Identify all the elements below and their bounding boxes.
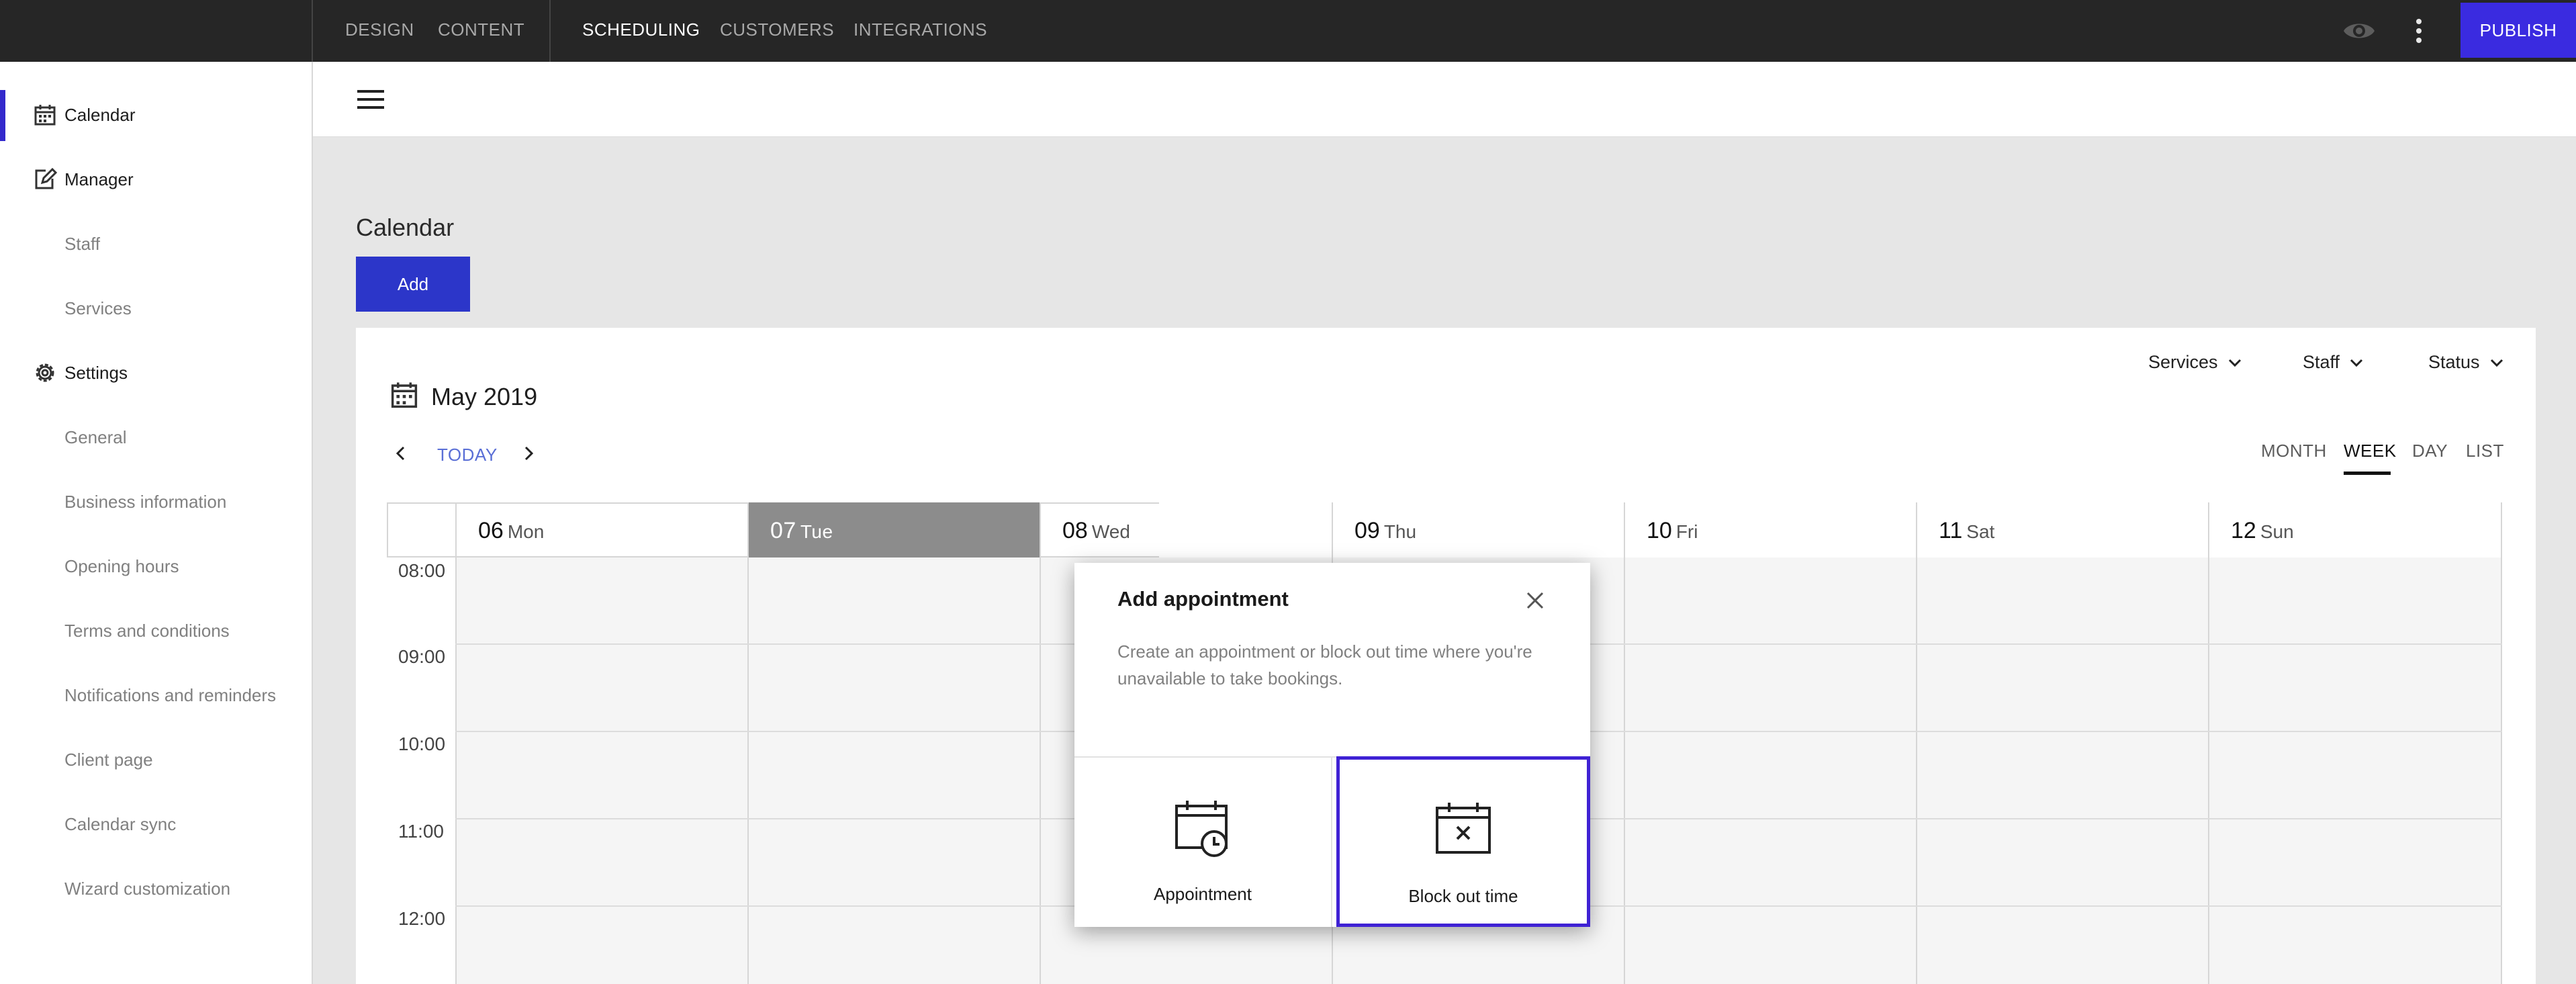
nav-scheduling[interactable]: SCHEDULING xyxy=(582,0,700,62)
option-label: Appointment xyxy=(1154,884,1252,904)
sidebar-item-label: Calendar xyxy=(64,104,136,125)
day-header-wed[interactable]: 08 Wed xyxy=(1040,502,1332,557)
calendar-x-icon xyxy=(1436,803,1491,854)
filter-label: Staff xyxy=(2303,352,2340,372)
sidebar-item-calendar-sync[interactable]: Calendar sync xyxy=(64,814,176,835)
day-header-thu[interactable]: 09 Thu xyxy=(1332,502,1624,557)
status-filter[interactable]: Status xyxy=(2428,352,2505,373)
chevron-down-icon xyxy=(2228,359,2241,367)
staff-filter[interactable]: Staff xyxy=(2303,352,2365,373)
sidebar-item-wizard-customization[interactable]: Wizard customization xyxy=(64,879,230,899)
sidebar-item-calendar[interactable]: Calendar xyxy=(32,102,136,128)
sidebar-item-business-information[interactable]: Business information xyxy=(64,492,226,512)
page-title: Calendar xyxy=(356,214,455,241)
more-vert-icon[interactable] xyxy=(2415,17,2423,44)
time-label: 11:00 xyxy=(398,821,444,842)
publish-button[interactable]: PUBLISH xyxy=(2460,3,2576,58)
day-header-sat[interactable]: 11 Sat xyxy=(1916,502,2209,557)
edit-icon xyxy=(35,167,58,189)
day-name: Fri xyxy=(1675,521,1698,542)
nav-integrations[interactable]: INTEGRATIONS xyxy=(854,0,987,62)
add-button[interactable]: Add xyxy=(356,257,470,312)
day-header-fri[interactable]: 10 Fri xyxy=(1624,502,1917,557)
chevron-left-icon[interactable] xyxy=(392,445,410,462)
filter-label: Services xyxy=(2148,352,2218,372)
day-number: 11 xyxy=(1939,518,1963,543)
gear-icon xyxy=(36,363,54,382)
filter-label: Status xyxy=(2428,352,2480,372)
day-name: Sat xyxy=(1966,521,1995,542)
sidebar xyxy=(0,62,313,984)
time-label: 08:00 xyxy=(398,560,446,581)
month-label: May 2019 xyxy=(431,383,538,410)
calendar-clock-icon xyxy=(1175,801,1228,857)
sidebar-item-label: Settings xyxy=(64,362,128,383)
sidebar-item-settings[interactable]: Settings xyxy=(32,360,128,386)
menu-icon[interactable] xyxy=(357,89,384,110)
time-label: 09:00 xyxy=(398,646,446,667)
calendar-icon xyxy=(34,105,56,126)
sidebar-item-general[interactable]: General xyxy=(64,427,127,448)
nav-customers[interactable]: CUSTOMERS xyxy=(720,0,834,62)
view-list[interactable]: LIST xyxy=(2466,441,2504,461)
modal-description: Create an appointment or block out time … xyxy=(1117,641,1532,688)
day-name: Wed xyxy=(1091,521,1130,542)
day-name: Mon xyxy=(507,521,545,542)
view-day[interactable]: DAY xyxy=(2412,441,2448,461)
sidebar-item-notifications[interactable]: Notifications and reminders xyxy=(64,685,276,706)
sidebar-item-staff[interactable]: Staff xyxy=(64,234,100,255)
chevron-down-icon xyxy=(2490,359,2503,367)
modal-title: Add appointment xyxy=(1117,587,1289,611)
day-name: Thu xyxy=(1383,521,1417,542)
chevron-right-icon[interactable] xyxy=(520,445,537,462)
day-number: 06 xyxy=(478,518,504,543)
view-month[interactable]: MONTH xyxy=(2261,441,2327,461)
chevron-down-icon xyxy=(2350,359,2363,367)
services-filter[interactable]: Services xyxy=(2148,352,2244,373)
day-number: 09 xyxy=(1354,518,1380,543)
active-view-indicator xyxy=(2344,472,2391,475)
top-bar: DESIGN CONTENT SCHEDULING CUSTOMERS INTE… xyxy=(0,0,2576,62)
block-out-time-option[interactable]: Block out time xyxy=(1336,756,1590,927)
close-icon[interactable] xyxy=(1526,591,1545,610)
top-bar-divider xyxy=(312,0,313,62)
appointment-option[interactable]: Appointment xyxy=(1074,758,1332,927)
content-header xyxy=(313,62,2576,137)
sidebar-active-indicator xyxy=(0,90,5,141)
day-number: 08 xyxy=(1062,518,1088,543)
option-label: Block out time xyxy=(1408,886,1518,906)
day-header-tue[interactable]: 07 Tue xyxy=(747,502,1040,557)
sidebar-item-manager[interactable]: Manager xyxy=(32,167,134,192)
day-number: 12 xyxy=(2231,518,2256,543)
time-label: 12:00 xyxy=(398,908,446,929)
today-button[interactable]: TODAY xyxy=(437,445,498,465)
day-name: Sun xyxy=(2260,521,2294,542)
nav-content[interactable]: CONTENT xyxy=(438,0,524,62)
sidebar-item-label: Manager xyxy=(64,169,134,189)
calendar-icon xyxy=(391,382,418,408)
sidebar-item-client-page[interactable]: Client page xyxy=(64,750,153,770)
day-column[interactable] xyxy=(2208,557,2501,984)
eye-icon[interactable] xyxy=(2342,17,2376,44)
day-name: Tue xyxy=(800,521,833,542)
sidebar-item-opening-hours[interactable]: Opening hours xyxy=(64,556,179,577)
day-header-mon[interactable]: 06 Mon xyxy=(455,502,748,557)
time-label: 10:00 xyxy=(398,733,446,754)
day-column[interactable] xyxy=(747,557,1040,984)
grid-border xyxy=(2501,502,2502,984)
top-bar-divider xyxy=(549,0,551,62)
sidebar-item-services[interactable]: Services xyxy=(64,298,132,319)
day-column[interactable] xyxy=(455,557,748,984)
day-number: 07 xyxy=(770,518,796,543)
day-header-sun[interactable]: 12 Sun xyxy=(2208,502,2501,557)
day-column[interactable] xyxy=(1624,557,1917,984)
day-number: 10 xyxy=(1647,518,1672,543)
nav-design[interactable]: DESIGN xyxy=(345,0,414,62)
sidebar-item-terms[interactable]: Terms and conditions xyxy=(64,621,230,641)
view-week[interactable]: WEEK xyxy=(2344,441,2397,461)
day-column[interactable] xyxy=(1916,557,2209,984)
